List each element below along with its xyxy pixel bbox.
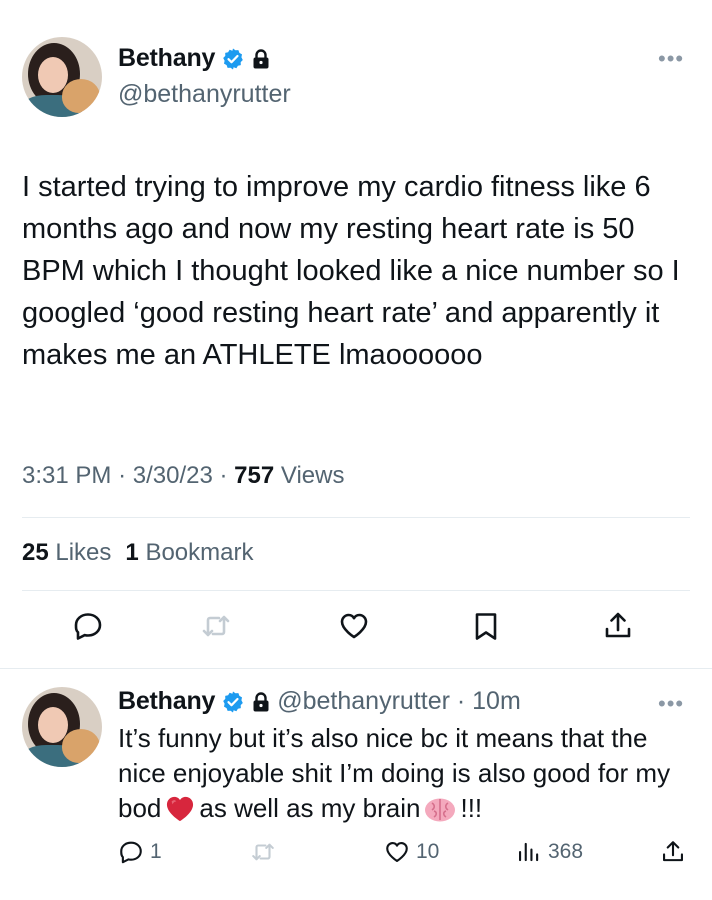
retweet-button[interactable] bbox=[196, 606, 236, 646]
author-handle[interactable]: @bethanyrutter bbox=[118, 80, 291, 109]
tweet-time-ago[interactable]: 10m bbox=[472, 687, 521, 715]
like-icon bbox=[340, 613, 368, 639]
retweet-button[interactable] bbox=[250, 839, 282, 865]
bookmark-button[interactable] bbox=[466, 606, 506, 646]
bookmark-icon bbox=[475, 613, 497, 640]
action-bar bbox=[0, 606, 712, 654]
avatar[interactable] bbox=[22, 37, 102, 117]
author-name[interactable]: Bethany bbox=[118, 687, 215, 716]
verified-badge-icon bbox=[223, 691, 244, 712]
tweet-meta: 3:31 PM · 3/30/23 · 757 Views bbox=[22, 462, 345, 489]
share-icon bbox=[663, 841, 683, 862]
red-heart-emoji-icon bbox=[165, 795, 195, 832]
reply-tweet[interactable]: Bethany @bethanyrutter · 10m ••• It’s fu… bbox=[0, 669, 712, 900]
divider bbox=[22, 590, 690, 591]
share-button[interactable] bbox=[598, 606, 638, 646]
likes-stat[interactable]: 25 Likes bbox=[22, 539, 111, 566]
views-count: 368 bbox=[548, 840, 584, 863]
like-count: 10 bbox=[416, 840, 440, 863]
share-icon bbox=[605, 612, 631, 638]
reply-button[interactable]: 1 bbox=[118, 839, 162, 865]
reply-button[interactable] bbox=[68, 606, 108, 646]
author-handle[interactable]: @bethanyrutter bbox=[277, 687, 450, 715]
tweet-time[interactable]: 3:31 PM bbox=[22, 462, 111, 489]
like-icon bbox=[386, 842, 408, 862]
author-name[interactable]: Bethany bbox=[118, 44, 215, 73]
main-tweet: Bethany @bethanyrutter ••• I started try… bbox=[0, 0, 712, 668]
tweet-date[interactable]: 3/30/23 bbox=[133, 462, 213, 489]
lock-icon bbox=[253, 48, 269, 68]
lock-icon bbox=[253, 691, 269, 711]
more-options-icon[interactable]: ••• bbox=[658, 46, 684, 72]
reply-text: It’s funny but it’s also nice bc it mean… bbox=[118, 721, 698, 832]
views-button[interactable]: 368 bbox=[516, 839, 583, 865]
like-button[interactable]: 10 bbox=[384, 839, 439, 865]
avatar[interactable] bbox=[22, 687, 102, 767]
reply-action-bar: 1 10 368 bbox=[0, 839, 712, 875]
tweet-text: I started trying to improve my cardio fi… bbox=[22, 171, 688, 371]
retweet-icon bbox=[202, 615, 230, 637]
reply-count: 1 bbox=[150, 840, 162, 863]
retweet-icon bbox=[252, 843, 274, 861]
reply-icon bbox=[120, 841, 142, 864]
brain-emoji-icon bbox=[424, 797, 456, 832]
tweet-stats: 25 Likes 1 Bookmark bbox=[22, 539, 253, 567]
verified-badge-icon bbox=[223, 48, 244, 69]
views-label: Views bbox=[280, 462, 345, 489]
reply-icon bbox=[74, 613, 102, 640]
more-options-icon[interactable]: ••• bbox=[658, 691, 684, 717]
like-button[interactable] bbox=[334, 606, 374, 646]
divider bbox=[22, 517, 690, 518]
bookmarks-stat[interactable]: 1 Bookmark bbox=[125, 539, 253, 566]
views-chart-icon bbox=[519, 842, 539, 862]
share-button[interactable] bbox=[660, 839, 686, 865]
views-count: 757 bbox=[234, 462, 275, 489]
